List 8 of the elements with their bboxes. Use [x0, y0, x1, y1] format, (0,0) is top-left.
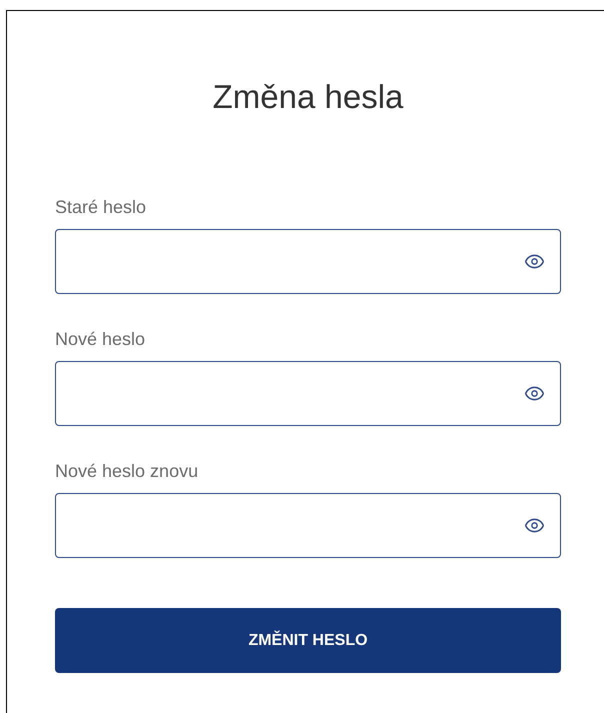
field-label: Staré heslo: [55, 196, 146, 219]
page-title: Změna hesla: [212, 77, 404, 117]
password-field[interactable]: [55, 361, 561, 426]
password-field[interactable]: [55, 493, 561, 558]
password-field[interactable]: [55, 229, 561, 294]
field-label: Nové heslo znovu: [55, 460, 198, 483]
submit-button[interactable]: ZMĚNIT HESLO: [55, 608, 561, 673]
field-label: Nové heslo: [55, 328, 146, 351]
